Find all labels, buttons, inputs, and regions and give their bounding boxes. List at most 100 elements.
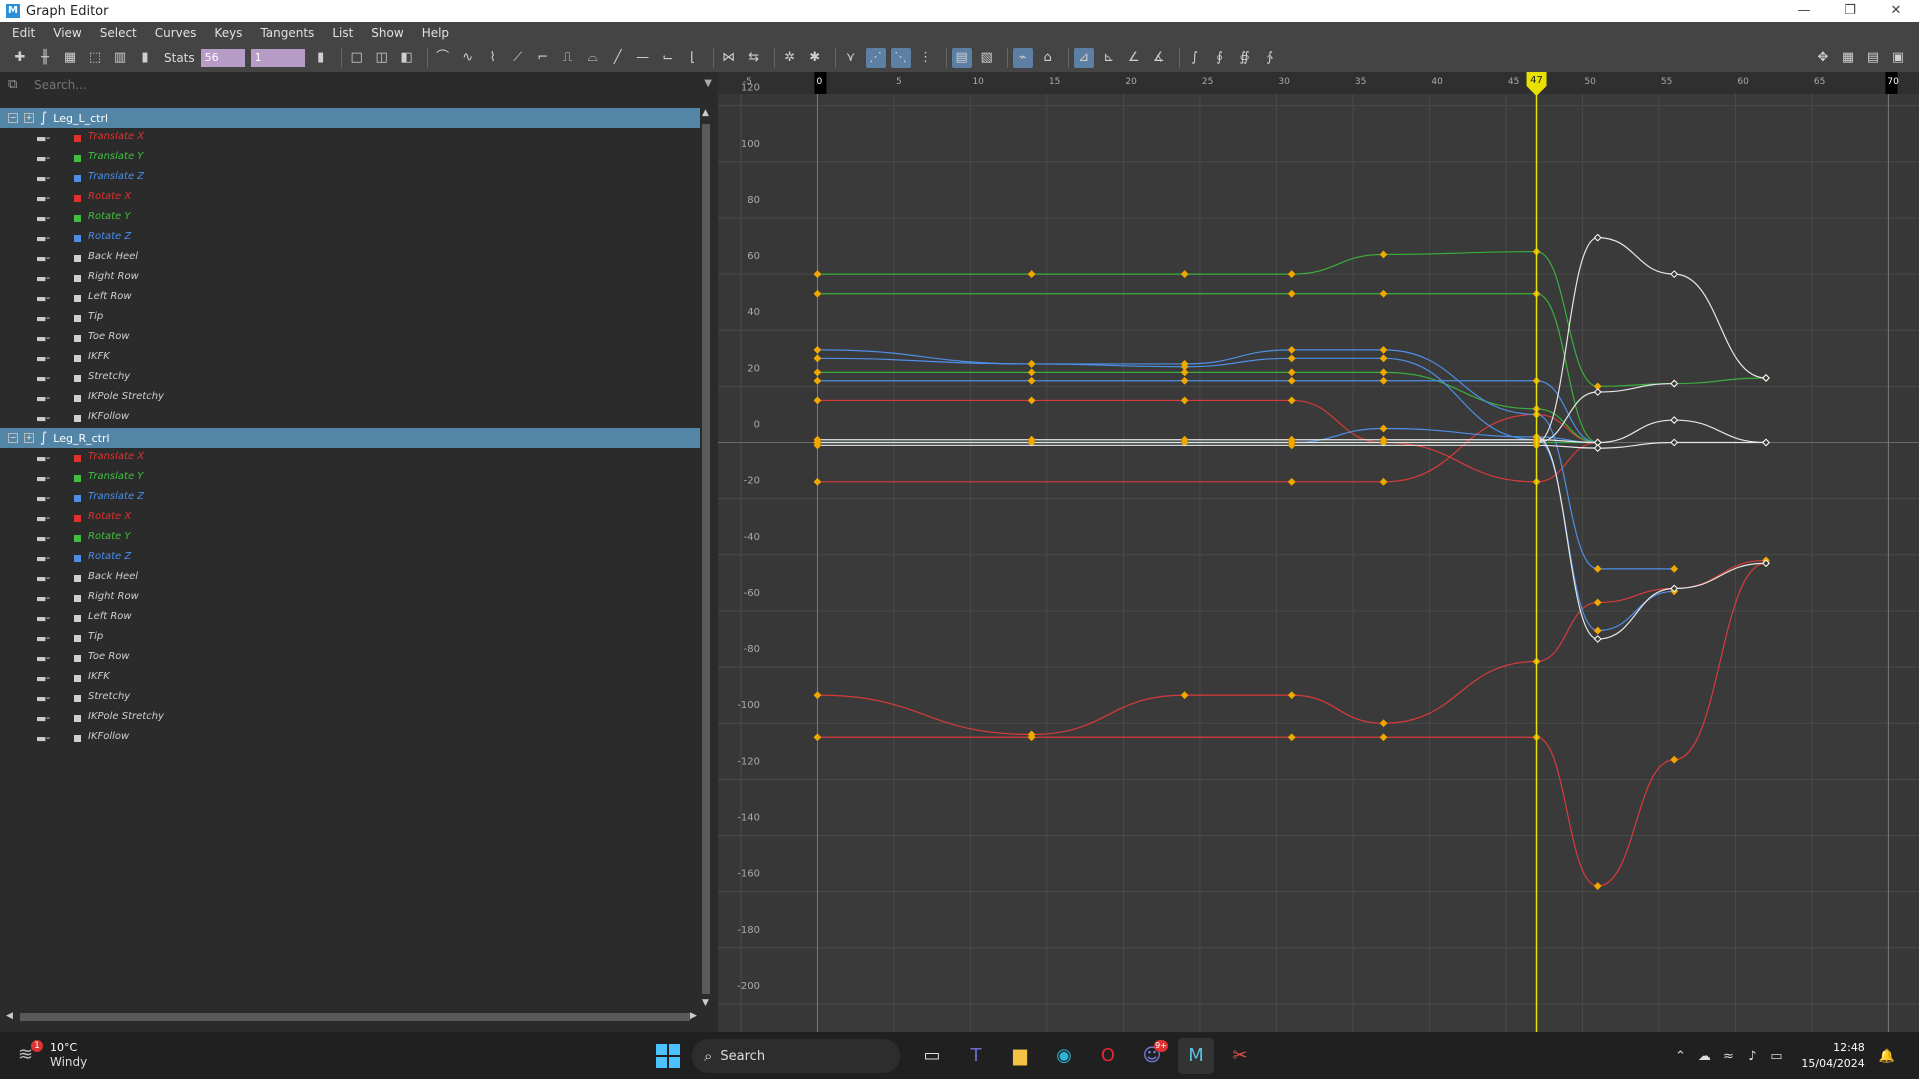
keyframe[interactable] bbox=[1287, 733, 1296, 742]
tangents-icon[interactable]: ∠ bbox=[1124, 48, 1144, 68]
file-explorer-icon[interactable]: ▆ bbox=[1002, 1038, 1038, 1074]
keyframe[interactable] bbox=[1287, 396, 1296, 405]
outliner-attribute-row[interactable]: ▬╴ IKFK bbox=[0, 348, 700, 368]
outliner-attribute-row[interactable]: ▬╴ Rotate Y bbox=[0, 208, 700, 228]
outliner-object-row[interactable]: − + ∫ Leg_R_ctrl bbox=[0, 428, 700, 448]
keyframe[interactable] bbox=[1670, 438, 1679, 447]
outliner-attribute-row[interactable]: ▬╴ Translate Z bbox=[0, 488, 700, 508]
outliner-horizontal-scrollbar[interactable]: ◀ ▶ bbox=[4, 1010, 700, 1024]
stats-value-field[interactable]: 1 bbox=[250, 49, 305, 67]
outliner-attribute-row[interactable]: ▬╴ Left Row bbox=[0, 608, 700, 628]
clock[interactable]: 12:48 15/04/2024 bbox=[1801, 1040, 1864, 1072]
minimize-button[interactable]: — bbox=[1781, 0, 1827, 22]
keyframe[interactable] bbox=[1379, 250, 1388, 259]
outliner-attribute-row[interactable]: ▬╴ Translate Y bbox=[0, 468, 700, 488]
animation-curve[interactable] bbox=[817, 293, 1598, 444]
outliner-attribute-row[interactable]: ▬╴ IKFollow bbox=[0, 408, 700, 428]
collapse-icon[interactable]: − bbox=[8, 433, 18, 443]
keyframe[interactable] bbox=[1027, 376, 1036, 385]
extra-tangent-icon[interactable]: ∡ bbox=[1149, 48, 1169, 68]
snipping-tool-icon[interactable]: ✂ bbox=[1222, 1038, 1258, 1074]
lattice-icon[interactable]: ▦ bbox=[60, 48, 80, 68]
outliner-vertical-scrollbar[interactable]: ▲ ▼ bbox=[700, 108, 712, 1008]
region-select-icon[interactable]: ⬚ bbox=[85, 48, 105, 68]
keyframe[interactable] bbox=[1379, 289, 1388, 298]
animation-curve[interactable] bbox=[1536, 436, 1767, 640]
scroll-thumb[interactable] bbox=[20, 1013, 690, 1021]
outliner-attribute-row[interactable]: ▬╴ Right Row bbox=[0, 268, 700, 288]
panel-settings-icon[interactable]: ▣ bbox=[1888, 48, 1908, 68]
curve-display-icon[interactable]: ⌁ bbox=[1012, 48, 1033, 68]
keyframe[interactable] bbox=[1027, 270, 1036, 279]
discord-icon[interactable]: ☺ 9+ bbox=[1134, 1038, 1170, 1074]
result-curve-icon[interactable]: ⊾ bbox=[1099, 48, 1119, 68]
keyframe[interactable] bbox=[1593, 233, 1602, 242]
chevron-down-icon[interactable]: ▼ bbox=[704, 78, 712, 89]
keyframe[interactable] bbox=[1287, 691, 1296, 700]
keyframe[interactable] bbox=[1593, 882, 1602, 890]
keyframe[interactable] bbox=[1287, 289, 1296, 298]
linear-tangent-icon[interactable]: ⟋ bbox=[508, 48, 528, 68]
toggle-green-icon[interactable]: ▮ bbox=[135, 48, 155, 68]
graph-view[interactable]: -505101520253035404550556065120100806040… bbox=[718, 72, 1919, 1032]
windows-start-icon[interactable] bbox=[656, 1044, 680, 1068]
menu-curves[interactable]: Curves bbox=[155, 26, 197, 40]
infinity-offset-icon[interactable]: ∮ bbox=[1210, 48, 1230, 68]
keyframe[interactable] bbox=[1180, 270, 1189, 279]
keyframe[interactable] bbox=[1670, 755, 1679, 764]
scroll-left-icon[interactable]: ◀ bbox=[6, 1011, 13, 1021]
cloud-icon[interactable]: ☁ bbox=[1693, 1049, 1715, 1064]
animation-curve[interactable] bbox=[817, 427, 1598, 444]
menu-help[interactable]: Help bbox=[422, 26, 449, 40]
clamped-tangent-icon[interactable]: ⌇ bbox=[483, 48, 503, 68]
unify-tangent-icon[interactable]: — bbox=[633, 48, 653, 68]
outliner-attribute-row[interactable]: ▬╴ Toe Row bbox=[0, 328, 700, 348]
keyframe[interactable] bbox=[1379, 477, 1388, 486]
keyframe[interactable] bbox=[1027, 396, 1036, 405]
retime-icon[interactable]: ▥ bbox=[110, 48, 130, 68]
keyframe[interactable] bbox=[1379, 719, 1388, 728]
step-tangent-icon[interactable]: ⎍ bbox=[558, 48, 578, 68]
keyframe[interactable] bbox=[1593, 388, 1602, 396]
scroll-thumb[interactable] bbox=[702, 124, 710, 994]
tangent-display-icon[interactable]: ⌂ bbox=[1038, 48, 1058, 68]
notification-bell-icon[interactable]: 🔔 bbox=[1879, 1049, 1895, 1064]
maya-taskbar-icon[interactable]: M bbox=[1178, 1038, 1214, 1074]
snap-value-icon[interactable]: ✱ bbox=[805, 48, 825, 68]
keyframe[interactable] bbox=[1287, 354, 1296, 363]
move-key-icon[interactable]: ✚ bbox=[10, 48, 30, 68]
weather-widget[interactable]: ≋ 1 10°C Windy bbox=[18, 1040, 87, 1070]
stats-frame-field[interactable]: 56 bbox=[200, 49, 245, 67]
menu-edit[interactable]: Edit bbox=[12, 26, 35, 40]
keyframe[interactable] bbox=[1287, 270, 1296, 279]
task-view-icon[interactable]: ▭ bbox=[914, 1038, 950, 1074]
stacked-curves-icon[interactable]: ⋰ bbox=[865, 48, 886, 68]
infinity-cycle-icon[interactable]: ∫ bbox=[1185, 48, 1205, 68]
pre-infinity-icon[interactable]: ⋱ bbox=[890, 48, 911, 68]
keyframe[interactable] bbox=[1287, 368, 1296, 377]
menu-view[interactable]: View bbox=[53, 26, 81, 40]
keyframe[interactable] bbox=[1379, 345, 1388, 354]
outliner-attribute-row[interactable]: ▬╴ Back Heel bbox=[0, 248, 700, 268]
free-weight-icon[interactable]: ⌙ bbox=[658, 48, 678, 68]
volume-icon[interactable]: ♪ bbox=[1741, 1049, 1763, 1064]
normalize-icon[interactable]: ⋎ bbox=[841, 48, 861, 68]
expand-icon[interactable]: + bbox=[24, 433, 34, 443]
scroll-up-icon[interactable]: ▲ bbox=[702, 108, 709, 118]
outliner-attribute-row[interactable]: ▬╴ IKPole Stretchy bbox=[0, 708, 700, 728]
collapse-icon[interactable]: − bbox=[8, 113, 18, 123]
keyframe[interactable] bbox=[1379, 354, 1388, 363]
outliner-attribute-row[interactable]: ▬╴ Stretchy bbox=[0, 688, 700, 708]
keyframe[interactable] bbox=[1593, 444, 1602, 453]
lock-icon[interactable]: ▮ bbox=[311, 48, 331, 68]
keyframe[interactable] bbox=[1593, 564, 1602, 573]
buffer-curve-icon[interactable]: ⋈ bbox=[719, 48, 739, 68]
swap-buffer-icon[interactable]: ⇆ bbox=[744, 48, 764, 68]
keyframe[interactable] bbox=[1593, 598, 1602, 607]
animation-curve[interactable] bbox=[817, 380, 1598, 444]
keyframe[interactable] bbox=[1670, 270, 1679, 279]
key-ticks-icon[interactable]: ⊿ bbox=[1073, 48, 1094, 68]
keyframe[interactable] bbox=[1593, 635, 1602, 643]
menu-show[interactable]: Show bbox=[371, 26, 403, 40]
flat-tangent-icon[interactable]: ⌐ bbox=[533, 48, 553, 68]
